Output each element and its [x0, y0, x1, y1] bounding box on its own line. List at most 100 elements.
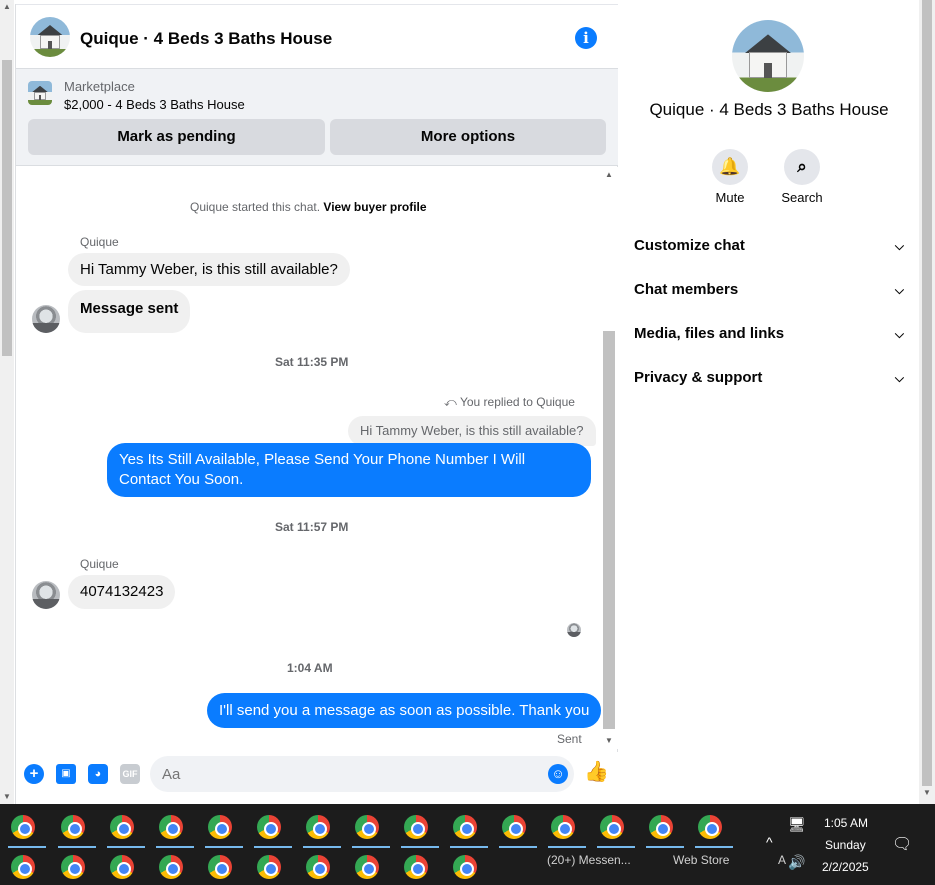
window-scroll-down-icon[interactable]: ▼ — [919, 788, 935, 802]
composer: + ▣ ◕ GIF ☺ 👍 — [16, 752, 618, 804]
gif-icon[interactable]: GIF — [120, 764, 140, 784]
sender-avatar[interactable] — [32, 305, 60, 333]
image-icon[interactable]: ▣ — [56, 764, 76, 784]
chat-title[interactable]: Quique · 4 Beds 3 Baths House — [80, 29, 332, 49]
sticker-icon[interactable]: ◕ — [88, 764, 108, 784]
chevron-down-icon: ⌵ — [894, 327, 904, 341]
chrome-taskbar-icon[interactable] — [107, 812, 145, 848]
chrome-taskbar-icon[interactable] — [303, 852, 333, 882]
sender-name: Quique — [80, 557, 119, 571]
chrome-taskbar-icon[interactable] — [58, 852, 88, 882]
message-input[interactable] — [162, 756, 532, 792]
chrome-taskbar-icon[interactable] — [8, 852, 38, 882]
message-list[interactable]: ▲ ▼ Quique started this chat. View buyer… — [16, 167, 618, 749]
customize-chat-row[interactable]: Customize chat ⌵ — [634, 224, 904, 268]
chevron-down-icon: ⌵ — [894, 371, 904, 385]
clock-day[interactable]: Sunday — [825, 838, 866, 852]
incoming-message[interactable]: 4074132423 — [68, 575, 176, 609]
view-buyer-profile-link[interactable]: View buyer profile — [323, 200, 426, 214]
marketplace-label: Marketplace — [64, 79, 135, 94]
chrome-taskbar-icon[interactable] — [156, 812, 194, 848]
sender-avatar[interactable] — [32, 581, 60, 609]
chrome-taskbar-icon[interactable] — [205, 812, 243, 848]
chrome-taskbar-icon[interactable] — [107, 852, 137, 882]
chevron-down-icon: ⌵ — [894, 239, 904, 253]
listing-title[interactable]: $2,000 - 4 Beds 3 Baths House — [64, 97, 245, 112]
scroll-up-arrow-icon[interactable]: ▲ — [0, 0, 14, 14]
chrome-taskbar-icon[interactable] — [254, 812, 292, 848]
chat-info-panel: Quique · 4 Beds 3 Baths House 🔔 Mute ⌕ S… — [619, 4, 919, 804]
chevron-up-icon[interactable]: ^ — [766, 834, 773, 850]
chat-started-text: Quique started this chat. — [190, 200, 321, 214]
mute-label[interactable]: Mute — [700, 190, 760, 205]
privacy-support-row[interactable]: Privacy & support ⌵ — [634, 356, 904, 400]
chrome-taskbar-icon[interactable] — [548, 812, 586, 848]
read-receipt-avatar — [567, 623, 581, 637]
window-scrollbar[interactable]: ▼ — [919, 0, 935, 804]
outgoing-message[interactable]: Yes Its Still Available, Please Send You… — [107, 443, 591, 497]
plus-icon[interactable]: + — [24, 764, 44, 784]
profile-avatar[interactable] — [732, 20, 804, 92]
chevron-down-icon: ⌵ — [894, 283, 904, 297]
thumbs-up-icon[interactable]: 👍 — [584, 762, 609, 786]
incoming-message[interactable]: Message sent — [68, 290, 191, 333]
row-label: Media, files and links — [634, 325, 785, 342]
reply-indicator: ⤺ You replied to Quique — [444, 395, 575, 410]
reply-quote[interactable]: Hi Tammy Weber, is this still available? — [348, 416, 596, 446]
chrome-taskbar-icon[interactable] — [205, 852, 235, 882]
chrome-taskbar-icon[interactable] — [401, 812, 439, 848]
bell-icon[interactable]: 🔔 — [712, 149, 748, 185]
chrome-taskbar-icon[interactable] — [646, 812, 684, 848]
sender-name: Quique — [80, 235, 119, 249]
timestamp: Sat 11:35 PM — [275, 355, 349, 369]
chat-started-notice: Quique started this chat. View buyer pro… — [190, 200, 427, 214]
message-scroll-thumb[interactable] — [603, 331, 615, 729]
message-scroll-up-icon[interactable]: ▲ — [602, 169, 616, 181]
window-scroll-thumb[interactable] — [922, 0, 932, 786]
chrome-taskbar-icon[interactable] — [352, 812, 390, 848]
chrome-taskbar-icon[interactable] — [352, 852, 382, 882]
chrome-taskbar-icon[interactable] — [450, 852, 480, 882]
message-input-wrapper: ☺ — [150, 756, 574, 792]
chrome-taskbar-icon[interactable] — [499, 812, 537, 848]
chrome-taskbar-icon[interactable] — [597, 812, 635, 848]
volume-icon[interactable]: 🔊 — [788, 854, 805, 871]
row-label: Chat members — [634, 281, 739, 298]
search-icon[interactable]: ⌕ — [784, 149, 820, 185]
taskbar-label-partial[interactable]: A — [778, 853, 786, 867]
info-icon[interactable]: i — [575, 27, 597, 49]
chat-avatar[interactable] — [30, 17, 70, 57]
chrome-taskbar-icon[interactable] — [401, 852, 431, 882]
outgoing-message[interactable]: I'll send you a message as soon as possi… — [207, 693, 602, 728]
more-options-button[interactable]: More options — [330, 119, 606, 155]
clock-time[interactable]: 1:05 AM — [824, 816, 868, 830]
chat-members-row[interactable]: Chat members ⌵ — [634, 268, 904, 312]
scroll-down-arrow-icon[interactable]: ▼ — [0, 790, 14, 804]
chrome-taskbar-icon[interactable] — [450, 812, 488, 848]
notification-icon[interactable]: 🗨 — [892, 834, 912, 854]
chrome-taskbar-icon[interactable] — [303, 812, 341, 848]
media-files-links-row[interactable]: Media, files and links ⌵ — [634, 312, 904, 356]
page-scrollbar[interactable]: ▲ ▼ — [0, 0, 14, 804]
network-icon[interactable]: 🖥 — [788, 816, 806, 833]
row-label: Customize chat — [634, 237, 745, 254]
emoji-icon[interactable]: ☺ — [548, 764, 568, 784]
incoming-message[interactable]: Hi Tammy Weber, is this still available? — [68, 253, 350, 286]
listing-thumbnail[interactable] — [28, 81, 52, 105]
chrome-taskbar-icon[interactable] — [58, 812, 96, 848]
chrome-taskbar-icon[interactable] — [695, 812, 733, 848]
taskbar-label-webstore[interactable]: Web Store — [673, 853, 729, 867]
chat-header: Quique · 4 Beds 3 Baths House i — [16, 4, 618, 68]
chrome-taskbar-icon[interactable] — [254, 852, 284, 882]
screen: ▲ ▼ Quique · 4 Beds 3 Baths House i Mark… — [0, 0, 935, 885]
page-scroll-thumb[interactable] — [2, 60, 12, 356]
search-label[interactable]: Search — [772, 190, 832, 205]
marketplace-bar: Marketplace $2,000 - 4 Beds 3 Baths Hous… — [16, 68, 618, 166]
message-scrollbar[interactable]: ▲ ▼ — [602, 169, 616, 747]
message-scroll-down-icon[interactable]: ▼ — [602, 735, 616, 747]
chrome-taskbar-icon[interactable] — [156, 852, 186, 882]
chrome-taskbar-icon[interactable] — [8, 812, 46, 848]
clock-date[interactable]: 2/2/2025 — [822, 860, 869, 874]
taskbar-label-messenger[interactable]: (20+) Messen... — [547, 853, 631, 867]
mark-as-pending-button[interactable]: Mark as pending — [28, 119, 325, 155]
